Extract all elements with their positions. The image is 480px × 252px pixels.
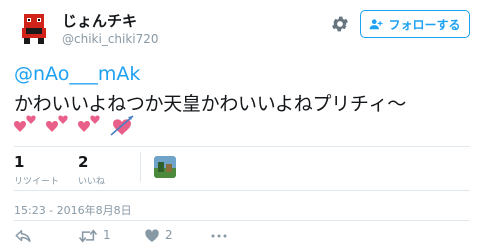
like-heart-icon[interactable] — [144, 228, 160, 244]
retweet-count: 1 — [103, 228, 111, 242]
gear-icon[interactable] — [330, 14, 350, 34]
mention-link[interactable]: @nAo___mAk — [14, 63, 140, 85]
two-hearts-icon — [14, 115, 36, 132]
add-user-icon — [370, 19, 383, 30]
retweet-stat-label[interactable]: リツイート — [14, 174, 59, 187]
follow-button[interactable]: フォローする — [360, 10, 470, 38]
heart-with-arrow-icon — [110, 115, 134, 136]
like-stat-count[interactable]: 2 — [78, 153, 88, 171]
divider — [14, 146, 470, 147]
like-count: 2 — [165, 228, 173, 242]
retweet-icon[interactable] — [78, 228, 98, 244]
timestamp[interactable]: 15:23 - 2016年8月8日 — [14, 202, 132, 218]
divider — [14, 220, 470, 221]
user-handle[interactable]: @chiki_chiki720 — [62, 32, 159, 46]
more-options-icon[interactable] — [210, 228, 228, 244]
avatar[interactable] — [16, 10, 52, 46]
divider — [14, 190, 470, 191]
display-name[interactable]: じょんチキ — [62, 10, 137, 31]
stat-separator — [140, 152, 141, 182]
follow-button-label: フォローする — [388, 17, 461, 32]
retweet-stat-count[interactable]: 1 — [14, 153, 24, 171]
two-hearts-icon — [46, 115, 68, 132]
tweet-text: かわいいよねつか天皇かわいいよねプリチィ〜 — [14, 93, 406, 115]
emoji-row — [12, 113, 136, 139]
two-hearts-icon — [78, 115, 100, 132]
like-stat-label[interactable]: いいね — [78, 174, 105, 187]
liker-avatar[interactable] — [154, 156, 176, 178]
reply-icon[interactable] — [14, 228, 32, 244]
